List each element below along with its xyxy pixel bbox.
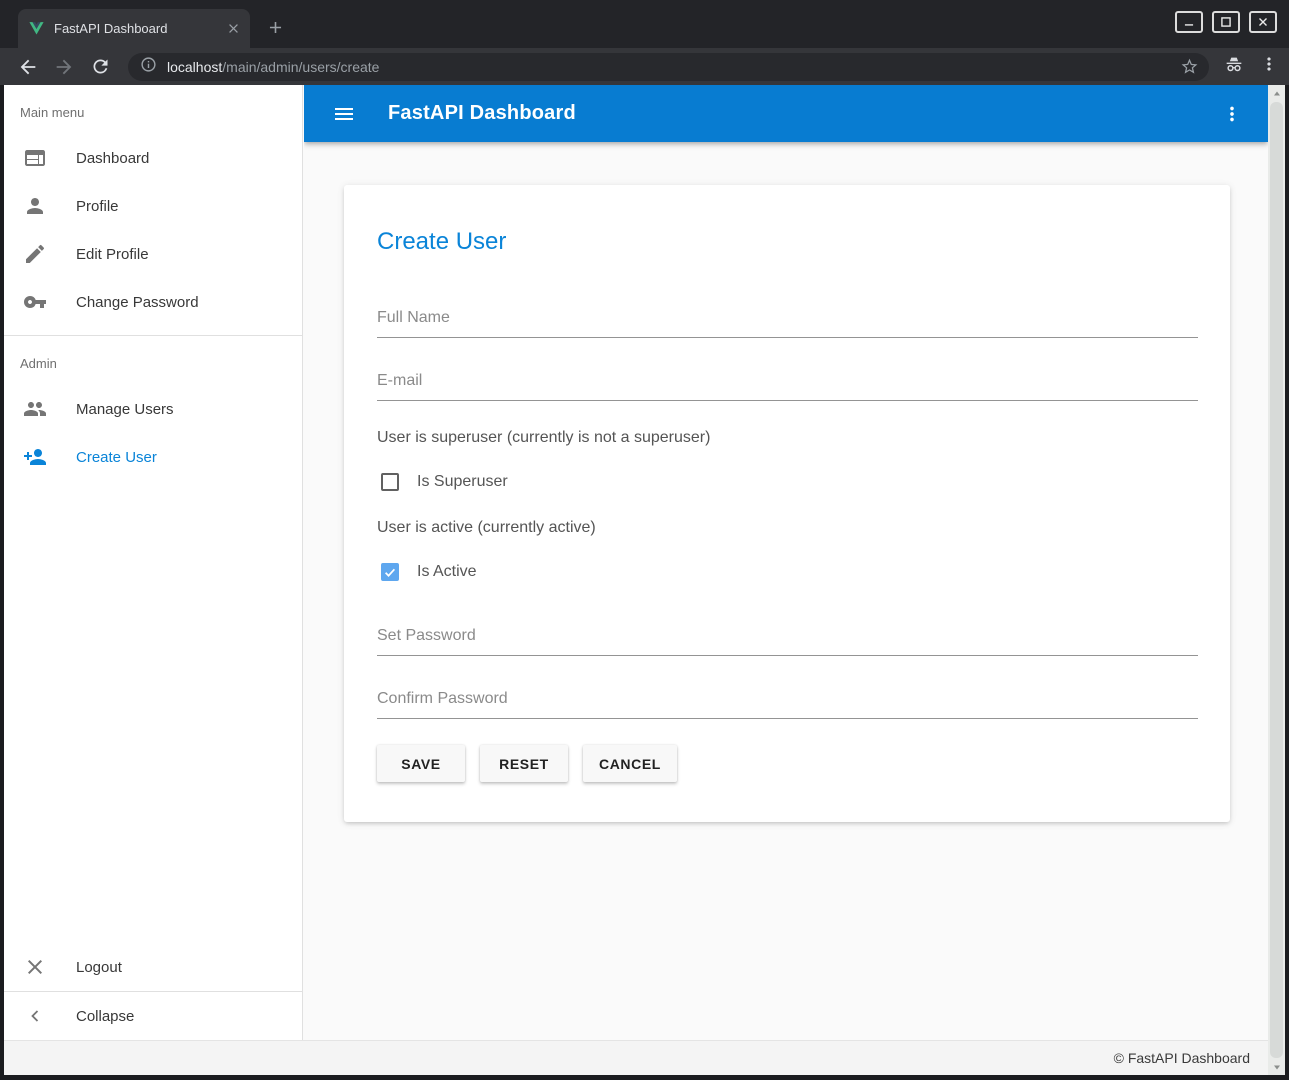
close-icon [23,955,47,979]
sidebar-item-logout[interactable]: Logout [4,943,302,991]
sidebar-item-label: Create User [76,449,157,466]
content: Create User User is superuser (currently… [304,142,1268,1040]
scroll-down-icon[interactable] [1268,1058,1285,1075]
appbar: FastAPI Dashboard [304,85,1268,142]
address-bar[interactable]: localhost/main/admin/users/create [128,53,1209,81]
email-field-wrap [377,366,1198,401]
reset-button[interactable]: RESET [480,745,568,782]
active-checkbox-row[interactable]: Is Active [377,563,1198,581]
tab-title: FastAPI Dashboard [54,21,224,36]
new-tab-button[interactable] [262,14,288,40]
app-footer: © FastAPI Dashboard [4,1040,1268,1075]
sidebar-item-dashboard[interactable]: Dashboard [4,134,302,182]
forward-button[interactable] [50,53,78,81]
page: Main menu Dashboard Profile Edit Profile [4,85,1285,1075]
hamburger-menu-icon[interactable] [326,96,362,132]
appbar-title: FastAPI Dashboard [388,102,576,125]
active-caption: User is active (currently active) [377,519,1198,537]
sidebar-item-manage-users[interactable]: Manage Users [4,385,302,433]
form-actions: SAVE RESET CANCEL [377,745,1198,782]
create-user-card: Create User User is superuser (currently… [344,185,1230,822]
sidebar: Main menu Dashboard Profile Edit Profile [4,85,303,1040]
sidebar-item-label: Manage Users [76,401,174,418]
person-add-icon [23,445,47,469]
pencil-icon [23,242,47,266]
vertical-scrollbar[interactable] [1268,85,1285,1075]
sidebar-item-edit-profile[interactable]: Edit Profile [4,230,302,278]
sidebar-item-label: Dashboard [76,150,149,167]
main-area: FastAPI Dashboard Create User User is su… [304,85,1268,1040]
sidebar-section-main-menu: Main menu [4,85,302,134]
vue-logo-icon [28,20,45,37]
web-icon [23,146,47,170]
url-text[interactable]: localhost/main/admin/users/create [167,59,1177,75]
superuser-checkbox-label: Is Superuser [417,473,508,491]
active-checkbox-label: Is Active [417,563,477,581]
superuser-checkbox[interactable] [381,473,399,491]
browser-menu-icon[interactable] [1259,54,1279,79]
sidebar-item-create-user[interactable]: Create User [4,433,302,481]
person-icon [23,194,47,218]
full-name-field-wrap [377,303,1198,338]
set-password-input[interactable] [377,621,1198,656]
toolbar-right [1223,53,1279,80]
sidebar-item-label: Collapse [76,1008,134,1025]
sidebar-item-label: Profile [76,198,119,215]
tab-close-icon[interactable] [224,20,242,38]
sidebar-item-label: Edit Profile [76,246,149,263]
appbar-kebab-menu-icon[interactable] [1214,96,1250,132]
site-info-icon[interactable] [140,56,157,78]
chevron-left-icon [23,1004,47,1028]
confirm-password-field-wrap [377,684,1198,719]
window-maximize-button[interactable] [1212,11,1240,33]
full-name-input[interactable] [377,303,1198,338]
browser-tab[interactable]: FastAPI Dashboard [18,9,250,48]
bookmark-star-icon[interactable] [1177,55,1201,79]
page-title: Create User [377,227,1198,257]
sidebar-item-collapse[interactable]: Collapse [4,992,302,1040]
superuser-caption: User is superuser (currently is not a su… [377,429,1198,447]
confirm-password-input[interactable] [377,684,1198,719]
reload-button[interactable] [86,53,114,81]
browser-toolbar: localhost/main/admin/users/create [0,48,1289,85]
save-button[interactable]: SAVE [377,745,465,782]
footer-copyright: © FastAPI Dashboard [1114,1050,1250,1066]
set-password-field-wrap [377,621,1198,656]
email-input[interactable] [377,366,1198,401]
sidebar-section-admin: Admin [4,336,302,385]
url-host: localhost [167,59,222,75]
superuser-checkbox-row[interactable]: Is Superuser [377,473,1198,491]
url-path: /main/admin/users/create [222,59,379,75]
scroll-up-icon[interactable] [1268,85,1285,102]
window-minimize-button[interactable] [1175,11,1203,33]
window-controls [1175,11,1277,33]
window-close-button[interactable] [1249,11,1277,33]
sidebar-item-label: Change Password [76,294,199,311]
scrollbar-thumb[interactable] [1270,102,1283,1058]
browser-window: FastAPI Dashboard [0,0,1289,1080]
sidebar-item-profile[interactable]: Profile [4,182,302,230]
cancel-button[interactable]: CANCEL [583,745,677,782]
sidebar-item-change-password[interactable]: Change Password [4,278,302,326]
sidebar-item-label: Logout [76,959,122,976]
people-icon [23,397,47,421]
key-icon [23,290,47,314]
back-button[interactable] [14,53,42,81]
browser-titlebar: FastAPI Dashboard [0,0,1289,48]
active-checkbox[interactable] [381,563,399,581]
sidebar-spacer [4,481,302,943]
incognito-icon [1223,53,1245,80]
